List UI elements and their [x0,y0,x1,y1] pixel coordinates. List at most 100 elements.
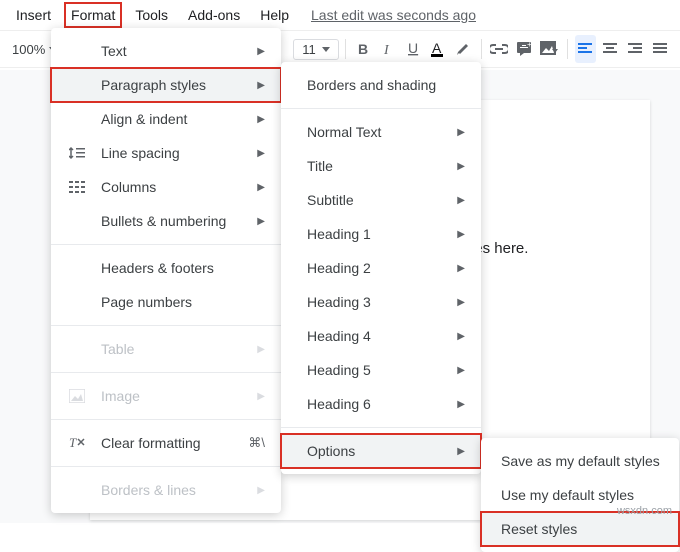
align-left-button[interactable] [575,35,596,63]
highlight-icon [455,41,471,57]
menu-divider [51,244,281,245]
menu-divider [51,325,281,326]
insert-link-button[interactable] [489,35,510,63]
align-right-icon [628,43,642,55]
font-size-value: 11 [302,42,316,57]
options-submenu: Save as my default styles Use my default… [481,438,679,552]
menu-bullets-numbering[interactable]: Bullets & numbering ▶ [51,204,281,238]
chevron-right-icon: ▶ [457,446,465,457]
menu-text[interactable]: Text ▶ [51,34,281,68]
chevron-right-icon: ▶ [257,46,265,57]
svg-text:T: T [69,436,77,450]
menu-help[interactable]: Help [254,3,295,27]
menu-tools[interactable]: Tools [129,3,174,27]
chevron-right-icon: ▶ [457,229,465,240]
chevron-right-icon: ▶ [257,148,265,159]
svg-text:A: A [432,41,442,56]
separator [481,39,482,59]
image-icon [67,389,87,403]
menu-heading-6[interactable]: Heading 6 ▶ [281,387,481,421]
highlight-button[interactable] [453,35,474,63]
chevron-right-icon: ▶ [257,391,265,402]
chevron-right-icon: ▶ [457,263,465,274]
chevron-right-icon: ▶ [457,127,465,138]
menu-save-default-styles[interactable]: Save as my default styles [481,444,679,478]
text-color-button[interactable]: A [428,35,449,63]
menu-subtitle[interactable]: Subtitle ▶ [281,183,481,217]
menu-page-numbers[interactable]: Page numbers [51,285,281,319]
chevron-right-icon: ▶ [257,114,265,125]
chevron-right-icon: ▶ [257,80,265,91]
columns-icon [67,181,87,193]
menu-divider [281,108,481,109]
underline-button[interactable]: U [403,35,424,63]
align-center-icon [603,43,617,55]
underline-icon: U [406,41,420,57]
zoom-value: 100% [12,42,45,57]
bold-button[interactable]: B [353,35,374,63]
menu-heading-3[interactable]: Heading 3 ▶ [281,285,481,319]
menu-normal-text[interactable]: Normal Text ▶ [281,115,481,149]
watermark: wsxdn.com [617,505,672,517]
chevron-down-icon [322,47,330,52]
menu-paragraph-styles[interactable]: Paragraph styles ▶ [51,68,281,102]
last-edit-link[interactable]: Last edit was seconds ago [311,7,476,23]
format-dropdown: Text ▶ Paragraph styles ▶ Align & indent… [51,28,281,513]
svg-text:I: I [383,43,390,56]
chevron-right-icon: ▶ [457,331,465,342]
menu-format[interactable]: Format [65,3,121,27]
menu-divider [281,427,481,428]
separator [567,39,568,59]
svg-text:U: U [408,41,418,56]
menu-headers-footers[interactable]: Headers & footers [51,251,281,285]
menu-heading-1[interactable]: Heading 1 ▶ [281,217,481,251]
menu-reset-styles[interactable]: Reset styles [481,512,679,546]
separator [345,39,346,59]
menu-heading-5[interactable]: Heading 5 ▶ [281,353,481,387]
chevron-right-icon: ▶ [457,297,465,308]
chevron-right-icon: ▶ [257,216,265,227]
shortcut-text: ⌘\ [248,435,265,451]
menu-table: Table ▶ [51,332,281,366]
chevron-right-icon: ▶ [257,485,265,496]
svg-text:B: B [358,42,368,56]
menu-columns[interactable]: Columns ▶ [51,170,281,204]
chevron-right-icon: ▶ [457,399,465,410]
menu-insert[interactable]: Insert [10,3,57,27]
menu-image: Image ▶ [51,379,281,413]
link-icon [490,44,508,54]
align-left-icon [578,43,592,55]
menu-addons[interactable]: Add-ons [182,3,246,27]
menubar: Insert Format Tools Add-ons Help Last ed… [0,0,680,30]
menu-clear-formatting[interactable]: T Clear formatting ⌘\ [51,426,281,460]
menu-line-spacing[interactable]: Line spacing ▶ [51,136,281,170]
image-icon [540,41,558,57]
menu-divider [51,372,281,373]
line-spacing-icon [67,146,87,160]
insert-comment-button[interactable]: + [514,35,535,63]
align-justify-icon [653,43,667,55]
text-color-icon: A [430,41,446,57]
clear-formatting-icon: T [67,436,87,450]
chevron-right-icon: ▶ [257,344,265,355]
italic-button[interactable]: I [378,35,399,63]
comment-icon: + [516,41,532,57]
menu-title[interactable]: Title ▶ [281,149,481,183]
insert-image-button[interactable] [539,35,560,63]
align-center-button[interactable] [600,35,621,63]
menu-borders-shading[interactable]: Borders and shading [281,68,481,102]
menu-heading-4[interactable]: Heading 4 ▶ [281,319,481,353]
menu-heading-2[interactable]: Heading 2 ▶ [281,251,481,285]
menu-divider [51,419,281,420]
menu-borders-lines: Borders & lines ▶ [51,473,281,507]
align-justify-button[interactable] [650,35,671,63]
menu-align-indent[interactable]: Align & indent ▶ [51,102,281,136]
chevron-right-icon: ▶ [457,365,465,376]
align-right-button[interactable] [625,35,646,63]
menu-divider [51,466,281,467]
font-size-select[interactable]: 11 [293,39,339,60]
italic-icon: I [381,42,395,56]
bold-icon: B [356,42,370,56]
svg-text:+: + [527,41,532,49]
menu-options[interactable]: Options ▶ [281,434,481,468]
